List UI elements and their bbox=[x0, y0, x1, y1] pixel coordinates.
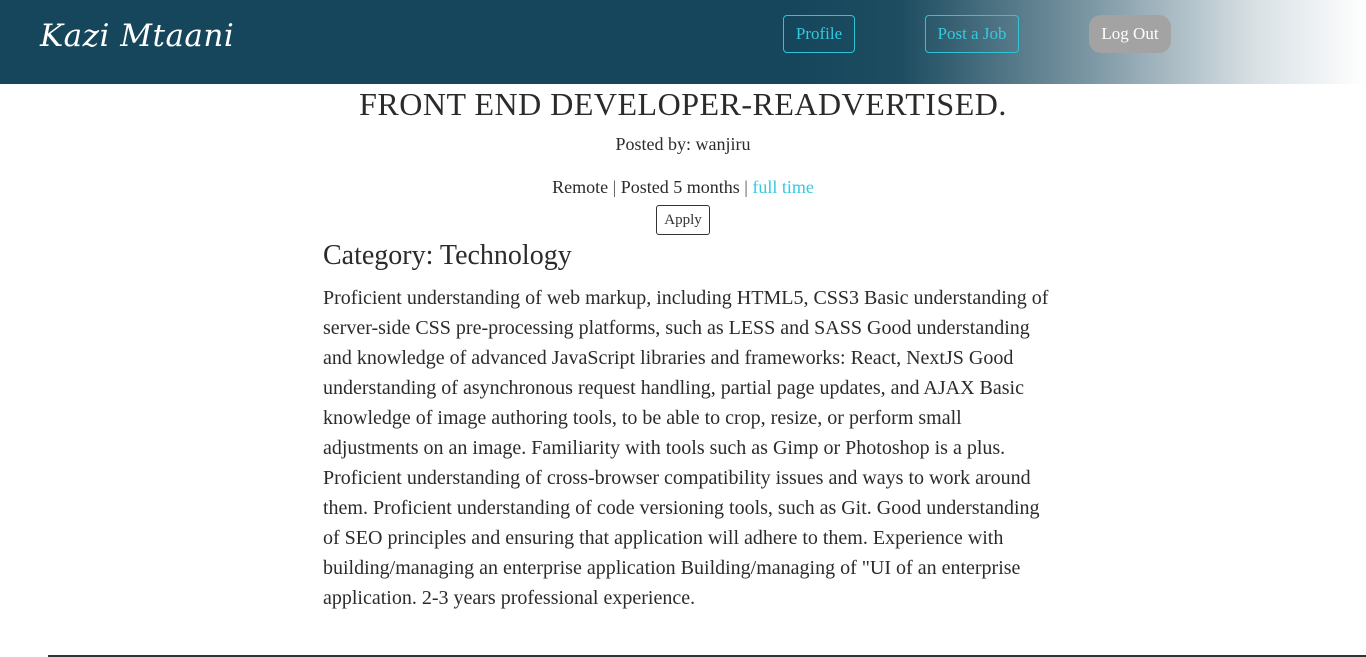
category-label: Category: bbox=[323, 240, 440, 271]
logout-button[interactable]: Log Out bbox=[1089, 15, 1171, 53]
apply-button[interactable]: Apply bbox=[656, 205, 710, 235]
top-navbar: Kazi Mtaani Profile Post a Job Log Out bbox=[0, 0, 1366, 84]
job-description: Proficient understanding of web markup, … bbox=[323, 287, 1049, 609]
category-value: Technology bbox=[439, 240, 572, 271]
job-title: FRONT END DEVELOPER-READVERTISED. bbox=[359, 86, 1007, 122]
job-posted-ago: Posted 5 months bbox=[620, 177, 740, 197]
meta-separator: | bbox=[739, 177, 753, 197]
job-location: Remote bbox=[552, 177, 609, 197]
post-job-button[interactable]: Post a Job bbox=[925, 15, 1019, 53]
brand-logo[interactable]: Kazi Mtaani bbox=[40, 18, 234, 54]
job-type: full time bbox=[752, 177, 814, 197]
profile-button[interactable]: Profile bbox=[783, 15, 855, 53]
posted-by-line: Posted by: wanjiru bbox=[0, 134, 1366, 155]
job-meta: Remote | Posted 5 months | full time bbox=[0, 177, 1366, 198]
job-category: Category: Technology bbox=[323, 240, 572, 272]
meta-separator: | bbox=[608, 177, 621, 197]
posted-by-label: Posted by: bbox=[615, 134, 696, 154]
posted-by-user: wanjiru bbox=[695, 134, 751, 154]
